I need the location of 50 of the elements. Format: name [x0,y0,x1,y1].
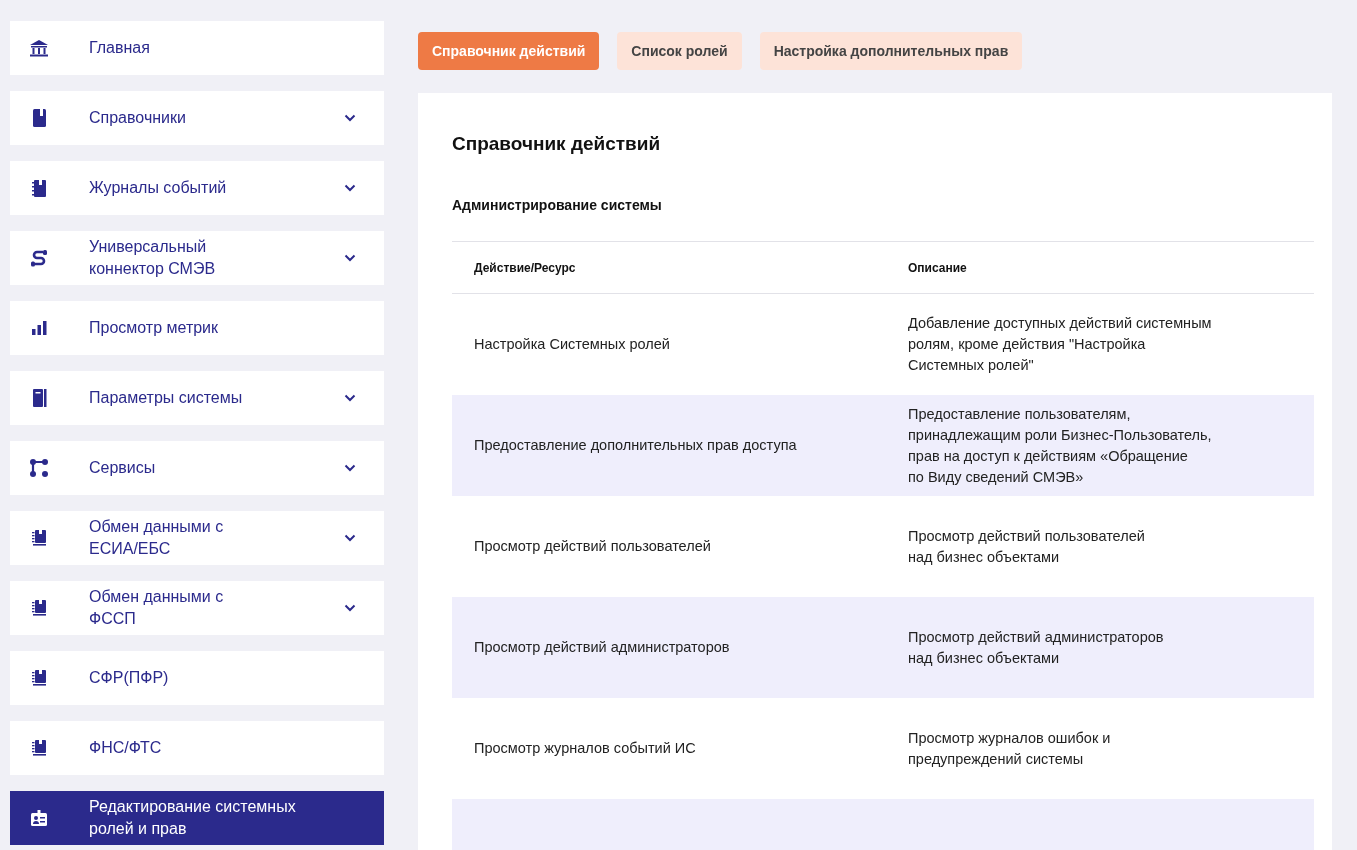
sidebar-item-label: Обмен данными с ЕСИА/ЕБС [89,517,225,559]
bar-chart-icon [29,318,49,338]
sidebar-item-label: Просмотр метрик [89,318,220,338]
table-cell-text: Просмотр журналов ошибок и предупреждений системы [908,728,1111,769]
sidebar-item[interactable]: Главная [10,21,384,75]
table-cell-text: Предоставление пользователям, принадлежащим роли Бизнес-Пользователь, прав на доступ к действиям «Обращение по Виду сведений СМЭВ» [908,404,1212,487]
column-header: Действие/Ресурс [473,260,577,275]
sidebar-item[interactable]: Универсальный коннектор СМЭВ [10,231,384,285]
table-cell-text: Настройка Системных ролей [473,335,671,354]
sidebar-item[interactable]: Обмен данными с ЕСИА/ЕБС [10,511,384,565]
sidebar-item[interactable]: Сервисы [10,441,384,495]
sidebar-item-label: Журналы событий [89,178,228,198]
tab[interactable]: Список ролей [617,32,742,70]
table-cell-text: Просмотр действий пользователей над бизнес объектами [908,526,1145,567]
sidebar-item-label: Главная [89,38,151,58]
column-header: Описание [908,260,967,275]
notebook-icon [29,668,49,688]
notebook-icon [29,528,49,548]
sidebar-item-label: Обмен данными с ФССП [89,587,225,629]
id-card-icon [29,808,49,828]
notebook-icon [29,738,49,758]
sidebar-item[interactable]: Журналы событий [10,161,384,215]
bank-icon [29,38,49,58]
connector-icon [29,248,49,268]
table-cell-text: Предоставление дополнительных прав доступа [473,436,798,455]
sidebar-item-label: Параметры системы [89,388,244,408]
sidebar-item-label: Сервисы [89,458,157,478]
sidebar-item[interactable]: Параметры системы [10,371,384,425]
section-title: Администрирование системы [452,197,663,213]
sidebar-item[interactable]: Справочники [10,91,384,145]
table-cell-text: Просмотр действий администраторов над бизнес объектами [908,627,1164,668]
sidebar-item[interactable]: Редактирование системных ролей и прав [10,791,384,845]
notebook-icon [29,178,49,198]
table-cell-text: Просмотр действий пользователей [473,537,712,556]
sidebar-item[interactable]: СФР(ПФР) [10,651,384,705]
sidebar-item-label: Справочники [89,108,187,128]
sidebar-item-label: Редактирование системных ролей и прав [89,797,297,839]
sidebar-item-label: Универсальный коннектор СМЭВ [89,237,217,279]
sidebar-item-label: СФР(ПФР) [89,668,170,688]
table-cell-text: Просмотр действий администраторов [473,638,731,657]
sidebar-item[interactable]: ФНС/ФТС [10,721,384,775]
nodes-icon [29,458,49,478]
sidebar-item-label: ФНС/ФТС [89,738,163,758]
table-cell-text: Добавление доступных действий системным ролям, кроме действия "Настройка Системных ролей" [908,314,1212,375]
tab[interactable]: Настройка дополнительных прав [759,32,1023,70]
panel-title: Справочник действий [452,133,662,155]
sidebar-item[interactable]: Просмотр метрик [10,301,384,355]
table-cell-text: Просмотр журналов событий ИС [473,739,697,758]
notebook-icon [29,598,49,618]
sidebar-item[interactable]: Обмен данными с ФССП [10,581,384,635]
